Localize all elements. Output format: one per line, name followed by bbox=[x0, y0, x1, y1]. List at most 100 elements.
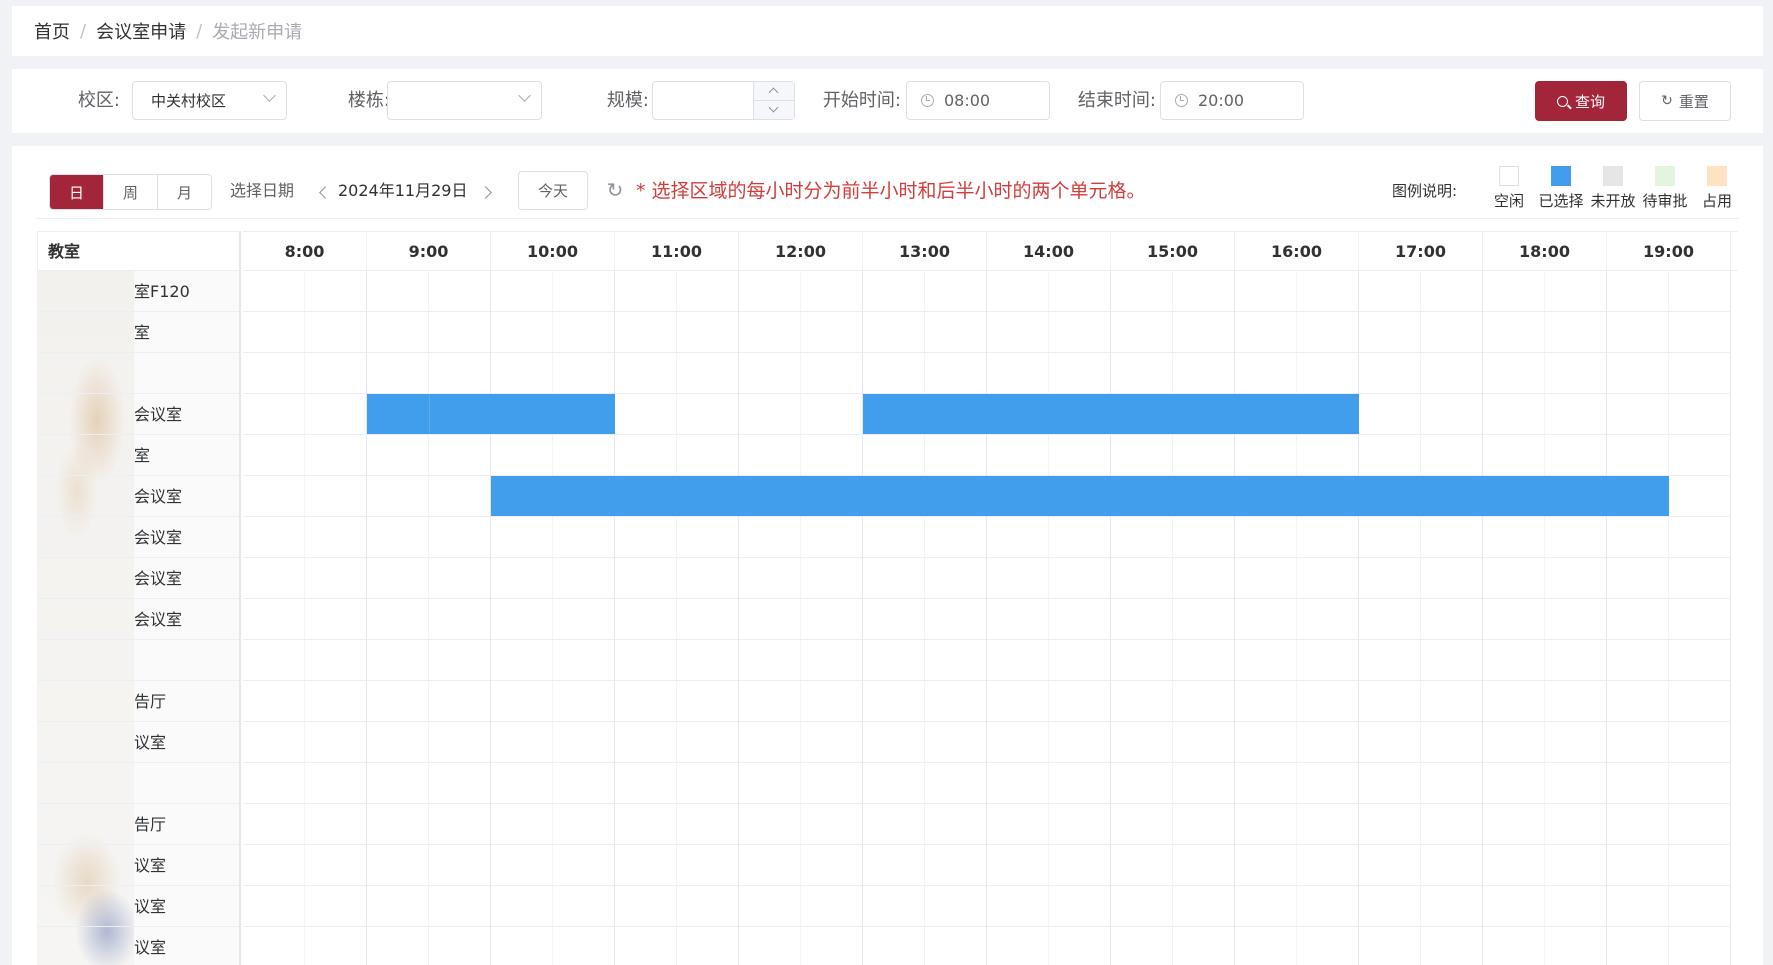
time-slot-cell[interactable] bbox=[801, 804, 863, 845]
time-slot-cell[interactable] bbox=[1111, 640, 1173, 681]
time-slot-cell[interactable] bbox=[553, 886, 615, 927]
time-slot-cell[interactable] bbox=[1111, 312, 1173, 353]
time-slot-cell[interactable] bbox=[1545, 599, 1607, 640]
time-slot-cell[interactable] bbox=[1297, 517, 1359, 558]
time-slot-cell[interactable] bbox=[1111, 558, 1173, 599]
time-slot-cell[interactable] bbox=[739, 435, 801, 476]
time-slot-cell[interactable] bbox=[1297, 804, 1359, 845]
time-slot-cell[interactable] bbox=[987, 517, 1049, 558]
time-slot-cell[interactable] bbox=[677, 394, 739, 435]
time-slot-cell[interactable] bbox=[1545, 312, 1607, 353]
time-slot-cell[interactable] bbox=[1669, 312, 1731, 353]
time-slot-cell[interactable] bbox=[1359, 353, 1421, 394]
time-slot-cell[interactable] bbox=[429, 640, 491, 681]
time-slot-cell[interactable] bbox=[677, 927, 739, 965]
time-slot-cell[interactable] bbox=[1483, 312, 1545, 353]
time-slot-cell[interactable] bbox=[1669, 886, 1731, 927]
time-slot-cell[interactable] bbox=[1607, 927, 1669, 965]
time-slot-cell[interactable] bbox=[1235, 640, 1297, 681]
time-slot-cell[interactable] bbox=[491, 763, 553, 804]
time-slot-cell[interactable] bbox=[863, 722, 925, 763]
time-slot-cell[interactable] bbox=[925, 804, 987, 845]
time-slot-cell[interactable] bbox=[1049, 271, 1111, 312]
time-slot-cell[interactable] bbox=[925, 435, 987, 476]
time-slot-cell[interactable] bbox=[553, 312, 615, 353]
time-slot-cell[interactable] bbox=[1235, 517, 1297, 558]
time-slot-cell[interactable] bbox=[1607, 722, 1669, 763]
time-slot-cell[interactable] bbox=[1421, 845, 1483, 886]
time-slot-cell[interactable] bbox=[1111, 435, 1173, 476]
time-slot-cell[interactable] bbox=[1173, 763, 1235, 804]
time-slot-cell[interactable] bbox=[615, 599, 677, 640]
time-slot-cell[interactable] bbox=[801, 271, 863, 312]
time-slot-cell[interactable] bbox=[1483, 681, 1545, 722]
time-slot-cell[interactable] bbox=[1173, 681, 1235, 722]
time-slot-cell[interactable] bbox=[863, 558, 925, 599]
time-slot-cell[interactable] bbox=[677, 558, 739, 599]
time-slot-cell[interactable] bbox=[1607, 804, 1669, 845]
time-slot-cell[interactable] bbox=[1607, 312, 1669, 353]
time-slot-cell[interactable] bbox=[1545, 517, 1607, 558]
time-slot-cell[interactable] bbox=[925, 312, 987, 353]
time-slot-cell[interactable] bbox=[243, 312, 305, 353]
time-slot-cell[interactable] bbox=[677, 763, 739, 804]
time-slot-cell[interactable] bbox=[305, 845, 367, 886]
time-slot-cell[interactable] bbox=[243, 927, 305, 965]
time-slot-cell[interactable] bbox=[1173, 558, 1235, 599]
time-slot-cell[interactable] bbox=[925, 353, 987, 394]
time-slot-cell[interactable] bbox=[925, 763, 987, 804]
refresh-icon[interactable]: ↻ bbox=[605, 180, 625, 200]
building-select[interactable] bbox=[387, 81, 542, 120]
time-slot-cell[interactable] bbox=[801, 435, 863, 476]
time-slot-cell[interactable] bbox=[553, 353, 615, 394]
time-slot-cell[interactable] bbox=[677, 845, 739, 886]
time-slot-cell[interactable] bbox=[1235, 271, 1297, 312]
time-slot-cell[interactable] bbox=[367, 353, 429, 394]
time-slot-cell[interactable] bbox=[1297, 845, 1359, 886]
time-slot-cell[interactable] bbox=[491, 681, 553, 722]
time-slot-cell[interactable] bbox=[305, 681, 367, 722]
time-slot-cell[interactable] bbox=[1669, 517, 1731, 558]
time-slot-cell[interactable] bbox=[677, 435, 739, 476]
time-slot-cell[interactable] bbox=[1049, 722, 1111, 763]
time-slot-cell[interactable] bbox=[987, 640, 1049, 681]
time-slot-cell[interactable] bbox=[1111, 886, 1173, 927]
time-slot-cell[interactable] bbox=[677, 271, 739, 312]
time-slot-cell[interactable] bbox=[553, 599, 615, 640]
time-slot-cell[interactable] bbox=[925, 640, 987, 681]
time-slot-cell[interactable] bbox=[1483, 927, 1545, 965]
time-slot-cell[interactable] bbox=[1483, 394, 1545, 435]
time-slot-cell[interactable] bbox=[1545, 271, 1607, 312]
time-slot-cell[interactable] bbox=[801, 353, 863, 394]
time-slot-cell[interactable] bbox=[429, 722, 491, 763]
time-slot-cell[interactable] bbox=[491, 558, 553, 599]
time-slot-cell[interactable] bbox=[1359, 312, 1421, 353]
time-slot-cell[interactable] bbox=[863, 763, 925, 804]
breadcrumb-home[interactable]: 首页 bbox=[34, 18, 70, 44]
time-slot-cell[interactable] bbox=[243, 804, 305, 845]
time-slot-cell[interactable] bbox=[677, 722, 739, 763]
time-slot-cell[interactable] bbox=[1669, 599, 1731, 640]
time-slot-cell[interactable] bbox=[801, 886, 863, 927]
time-slot-cell[interactable] bbox=[491, 640, 553, 681]
time-slot-cell[interactable] bbox=[367, 763, 429, 804]
time-slot-cell[interactable] bbox=[553, 640, 615, 681]
time-slot-cell[interactable] bbox=[367, 517, 429, 558]
time-slot-cell[interactable] bbox=[243, 435, 305, 476]
time-slot-cell[interactable] bbox=[739, 599, 801, 640]
current-date[interactable]: 2024年11月29日 bbox=[338, 174, 467, 208]
time-slot-cell[interactable] bbox=[615, 681, 677, 722]
time-slot-cell[interactable] bbox=[1359, 435, 1421, 476]
time-slot-cell[interactable] bbox=[925, 271, 987, 312]
time-slot-cell[interactable] bbox=[1111, 271, 1173, 312]
time-slot-cell[interactable] bbox=[1421, 558, 1483, 599]
breadcrumb-section[interactable]: 会议室申请 bbox=[96, 18, 186, 44]
time-slot-cell[interactable] bbox=[1111, 804, 1173, 845]
time-slot-cell[interactable] bbox=[1545, 927, 1607, 965]
time-slot-cell[interactable] bbox=[1359, 722, 1421, 763]
time-slot-cell[interactable] bbox=[491, 353, 553, 394]
time-slot-cell[interactable] bbox=[1235, 927, 1297, 965]
time-slot-cell[interactable] bbox=[615, 927, 677, 965]
time-slot-cell[interactable] bbox=[863, 845, 925, 886]
time-slot-cell[interactable] bbox=[1049, 681, 1111, 722]
